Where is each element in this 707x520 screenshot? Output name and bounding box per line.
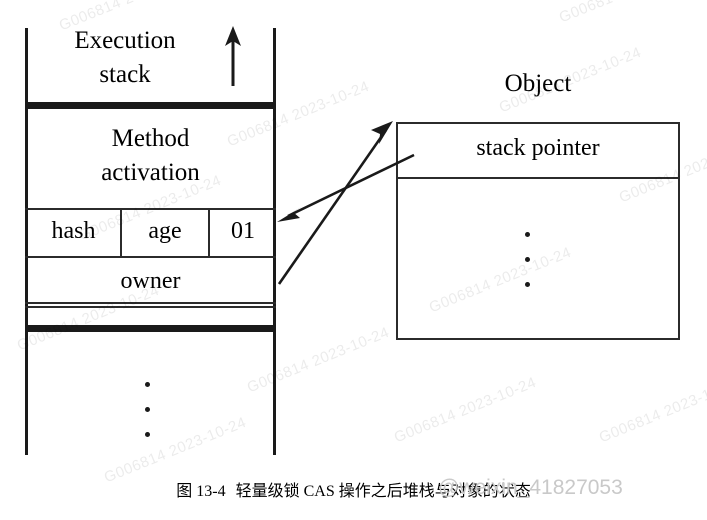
owner-row-label: owner [120, 268, 181, 294]
user-watermark: @weixin_41827053 [438, 476, 623, 499]
dot [145, 432, 150, 437]
object-continuation-dots [525, 222, 530, 297]
empty-slot-top-rule [25, 306, 276, 308]
stack-frame-bottom-separator [25, 325, 276, 332]
stack-top-separator [25, 102, 276, 109]
figure-number: 图 13-4 [176, 483, 226, 500]
dot [525, 282, 530, 287]
method-activation-line2: activation [101, 159, 200, 186]
diagram-canvas: G006814 2023-10-24 G006814 2023-10-24 G0… [0, 0, 707, 520]
mark-word-cell-age: age [148, 218, 182, 244]
dot [145, 407, 150, 412]
owner-to-object-pointer-arrow [277, 121, 393, 285]
arrow-up-icon [225, 26, 241, 86]
stack-pointer-row-label: stack pointer [476, 135, 600, 161]
execution-stack-title-line2: stack [99, 61, 151, 88]
dot [525, 232, 530, 237]
mark-word-row-top-rule [25, 208, 276, 210]
method-activation-label: Method activation [28, 122, 273, 190]
method-activation-line1: Method [111, 125, 190, 152]
dot [525, 257, 530, 262]
object-header-rule [396, 177, 680, 179]
watermark-tile: G006814 2023-10-24 [391, 373, 539, 447]
stack-pointer-to-lock-record-arrow [277, 153, 415, 222]
execution-stack-title-line1: Execution [74, 27, 176, 54]
watermark-tile: G006814 2023-10-24 [596, 373, 707, 447]
mark-word-cell-lockbits: 01 [231, 218, 255, 244]
object-title: Object [504, 70, 572, 97]
dot [145, 382, 150, 387]
execution-stack-title: Execution stack [25, 24, 225, 92]
owner-row-bottom-rule [25, 302, 276, 304]
mark-word-cell-hash: hash [51, 218, 96, 244]
watermark-tile: G006814 2023-10-24 [557, 0, 704, 26]
stack-continuation-dots [145, 372, 150, 447]
mark-word-row-bottom-rule [25, 256, 276, 258]
